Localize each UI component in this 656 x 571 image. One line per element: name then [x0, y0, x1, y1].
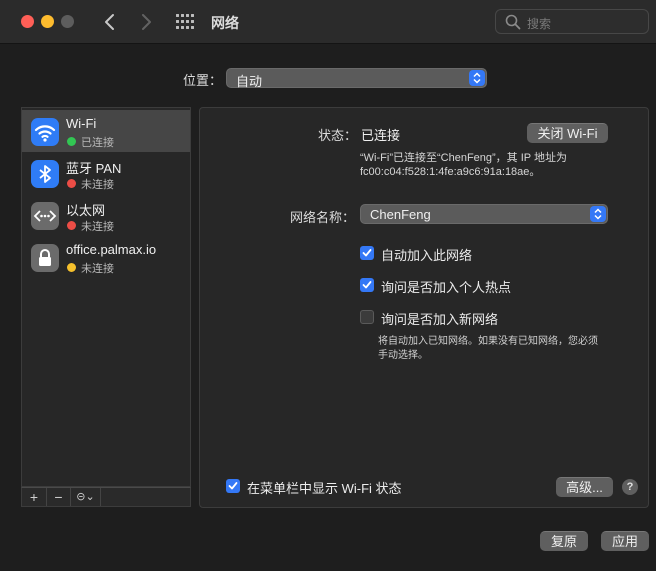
title-bar: 网络 搜索 — [0, 0, 656, 44]
close-window-button[interactable] — [21, 15, 34, 28]
service-list: Wi-Fi 已连接 蓝牙 PAN 未连接 以太网 未连接 office.palm… — [21, 107, 191, 487]
service-name: 蓝牙 PAN — [66, 161, 122, 176]
updown-arrows-icon — [469, 70, 485, 86]
vpn-lock-icon — [31, 244, 59, 272]
apply-button[interactable]: 应用 — [601, 531, 649, 551]
remove-service-button[interactable]: − — [47, 488, 71, 506]
window-title: 网络 — [211, 15, 239, 31]
ask-new-network-checkbox[interactable] — [360, 310, 374, 324]
network-name-select[interactable]: ChenFeng — [360, 204, 608, 224]
checkmark-icon — [362, 249, 372, 257]
updown-arrows-icon — [590, 206, 606, 222]
search-field[interactable]: 搜索 — [495, 9, 649, 34]
status-label: 状态： — [318, 128, 358, 143]
network-name-label: 网络名称： — [290, 210, 356, 225]
location-select[interactable]: 自动 — [226, 68, 487, 89]
service-name: Wi-Fi — [66, 116, 97, 131]
location-label: 位置： — [183, 73, 223, 88]
search-placeholder: 搜索 — [527, 17, 552, 31]
ethernet-icon — [31, 202, 59, 230]
service-name: 以太网 — [66, 203, 106, 218]
search-icon — [505, 14, 521, 30]
status-dot — [67, 179, 76, 188]
status-dot — [67, 137, 76, 146]
add-service-button[interactable]: + — [22, 488, 47, 506]
status-description-line2: fc00:c04:f528:1:4fe:a9c6:91a:18ae。 — [360, 166, 541, 178]
show-all-grid-icon[interactable] — [176, 14, 194, 30]
service-status: 未连接 — [81, 179, 114, 191]
new-network-note-line2: 手动选择。 — [378, 350, 428, 361]
turn-off-wifi-button[interactable]: 关闭 Wi-Fi — [527, 123, 608, 143]
wifi-detail-panel: 状态： 已连接 关闭 Wi-Fi “Wi-Fi”已连接至“ChenFeng”，其… — [199, 107, 649, 508]
status-value: 已连接 — [361, 128, 401, 143]
location-value: 自动 — [236, 74, 263, 89]
service-status: 未连接 — [81, 221, 114, 233]
bluetooth-icon — [31, 160, 59, 188]
service-item-ethernet[interactable]: 以太网 未连接 — [22, 194, 190, 236]
ask-new-network-label: 询问是否加入新网络 — [381, 312, 499, 327]
service-status: 已连接 — [81, 137, 114, 149]
ask-hotspot-label: 询问是否加入个人热点 — [381, 280, 512, 295]
checkmark-icon — [228, 482, 238, 490]
show-in-menubar-label: 在菜单栏中显示 Wi-Fi 状态 — [247, 481, 402, 496]
status-dot — [67, 221, 76, 230]
zoom-window-button[interactable] — [61, 15, 74, 28]
chevron-left-icon — [105, 14, 114, 30]
checkmark-icon — [362, 281, 372, 289]
service-item-vpn[interactable]: office.palmax.io 未连接 — [22, 236, 190, 278]
new-network-note-line1: 将自动加入已知网络。如果没有已知网络，您必须 — [378, 336, 598, 347]
service-name: office.palmax.io — [66, 242, 157, 257]
ask-hotspot-checkbox[interactable] — [360, 278, 374, 292]
auto-join-label: 自动加入此网络 — [381, 248, 473, 263]
status-dot — [67, 263, 76, 272]
service-action-menu-button[interactable]: ⊝⌄ — [71, 488, 101, 506]
network-name-value: ChenFeng — [370, 207, 431, 222]
show-in-menubar-checkbox[interactable] — [226, 479, 240, 493]
chevron-right-icon — [142, 14, 151, 30]
advanced-button[interactable]: 高级... — [556, 477, 613, 497]
service-item-bluetooth-pan[interactable]: 蓝牙 PAN 未连接 — [22, 152, 190, 194]
revert-button[interactable]: 复原 — [540, 531, 588, 551]
minimize-window-button[interactable] — [41, 15, 54, 28]
wifi-icon — [31, 118, 59, 146]
back-button[interactable] — [100, 11, 120, 33]
service-item-wifi[interactable]: Wi-Fi 已连接 — [22, 110, 190, 152]
service-status: 未连接 — [81, 263, 114, 275]
forward-button[interactable] — [136, 11, 156, 33]
service-list-toolbar: + − ⊝⌄ — [21, 487, 191, 507]
help-button[interactable]: ? — [622, 479, 638, 495]
auto-join-checkbox[interactable] — [360, 246, 374, 260]
